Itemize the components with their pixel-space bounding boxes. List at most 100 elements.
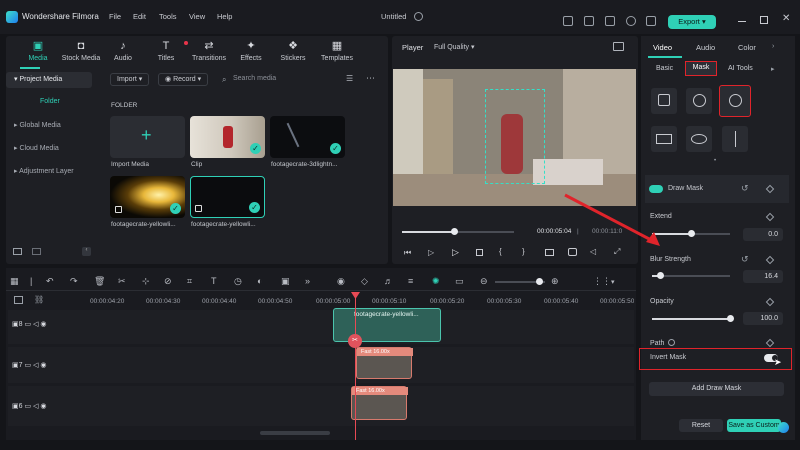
- video-preview[interactable]: [393, 69, 636, 206]
- tool-transitions[interactable]: ⇄ Transitions: [188, 40, 230, 62]
- sidebar-item-global-media[interactable]: ▸ Global Media: [6, 118, 92, 134]
- snapshot-icon[interactable]: [613, 42, 624, 51]
- subtab-basic[interactable]: Basic: [656, 65, 673, 72]
- media-thumb-yellowlight-2[interactable]: ✓: [190, 176, 265, 218]
- subtab-ai-tools[interactable]: AI Tools: [728, 65, 753, 72]
- export-button[interactable]: Export ▾: [668, 15, 716, 29]
- timeline-clip-7[interactable]: Fast 16.00x: [356, 347, 413, 379]
- close-icon[interactable]: ✕: [782, 13, 790, 24]
- prev-frame-icon[interactable]: ⏮: [404, 248, 411, 258]
- shield-icon[interactable]: ◇: [361, 276, 368, 287]
- search-input[interactable]: Search media: [233, 75, 276, 82]
- project-info-icon[interactable]: [414, 12, 423, 21]
- blur-strength-slider-knob[interactable]: [657, 272, 664, 279]
- tool-media[interactable]: ▣ Media: [19, 40, 57, 62]
- import-dropdown[interactable]: Import ▾: [110, 73, 150, 86]
- add-track-icon[interactable]: [14, 296, 23, 304]
- reset-button[interactable]: Reset: [679, 419, 723, 432]
- extend-slider-knob[interactable]: [688, 230, 695, 237]
- subtab-mask[interactable]: Mask: [685, 61, 717, 76]
- text-icon[interactable]: T: [211, 276, 217, 286]
- list-icon[interactable]: ≡: [408, 276, 413, 286]
- picture-icon[interactable]: ▭: [455, 276, 464, 287]
- play-reverse-icon[interactable]: ▷: [428, 248, 434, 257]
- expand-dot-icon[interactable]: •: [714, 158, 716, 164]
- opacity-slider-knob[interactable]: [727, 315, 734, 322]
- tool-stickers[interactable]: ❖ Stickers: [274, 40, 312, 62]
- layout-icon[interactable]: [605, 16, 615, 26]
- tool-stock-media[interactable]: ◘ Stock Media: [61, 40, 101, 62]
- timeline-clip-6[interactable]: Fast 16.00x: [351, 386, 408, 420]
- account-icon[interactable]: [626, 16, 636, 26]
- save-as-custom-button[interactable]: Save as Custom: [727, 419, 781, 432]
- playback-scrubber[interactable]: [451, 228, 458, 235]
- reset-icon[interactable]: ↺: [741, 183, 749, 194]
- stop-icon[interactable]: [476, 249, 483, 256]
- split-scissors-icon[interactable]: ✂: [348, 334, 362, 348]
- color-icon[interactable]: ◐: [257, 276, 262, 286]
- menu-help[interactable]: Help: [217, 12, 232, 21]
- redo-icon[interactable]: ↷: [70, 276, 78, 287]
- add-draw-mask-button[interactable]: Add Draw Mask: [649, 382, 784, 396]
- save-icon[interactable]: [584, 16, 594, 26]
- tab-audio[interactable]: Audio: [696, 43, 715, 52]
- import-media-tile[interactable]: +: [110, 116, 185, 158]
- split-icon[interactable]: ✂: [118, 276, 126, 287]
- media-thumb-3dlightning[interactable]: ✓: [270, 116, 345, 158]
- mic-icon[interactable]: ♬: [384, 276, 393, 286]
- more-tabs-icon[interactable]: ›: [772, 43, 774, 50]
- help-icon[interactable]: [668, 339, 675, 346]
- opacity-value[interactable]: 100.0: [743, 312, 783, 325]
- sidebar-item-project-media[interactable]: ▾ Project Media: [6, 72, 92, 88]
- folder-icon[interactable]: [32, 248, 41, 255]
- maximize-icon[interactable]: [760, 16, 768, 24]
- grid-view-icon[interactable]: ⋮⋮: [593, 276, 611, 287]
- tool-effects[interactable]: ✦ Effects: [232, 40, 270, 62]
- zoom-out-icon[interactable]: ⊖: [480, 276, 488, 287]
- audio-detach-icon[interactable]: ⊹: [142, 276, 150, 287]
- sidebar-item-adjustment-layer[interactable]: ▸ Adjustment Layer: [6, 164, 92, 180]
- tab-color[interactable]: Color: [738, 43, 756, 52]
- mask-ellipse-icon[interactable]: [686, 126, 712, 152]
- menu-edit[interactable]: Edit: [133, 12, 146, 21]
- tool-templates[interactable]: ▦ Templates: [316, 40, 358, 62]
- speed-icon[interactable]: ◷: [234, 276, 242, 287]
- link-icon[interactable]: ⛓: [34, 295, 44, 304]
- extend-value[interactable]: 0.0: [743, 228, 783, 241]
- layout-grid-icon[interactable]: ▦: [10, 276, 19, 287]
- zoom-slider-knob[interactable]: [536, 278, 543, 285]
- mask-import-icon[interactable]: [651, 88, 677, 114]
- filter-icon[interactable]: ☰: [346, 74, 353, 83]
- menu-file[interactable]: File: [109, 12, 121, 21]
- sidebar-item-folder[interactable]: Folder: [40, 98, 60, 105]
- render-icon[interactable]: ◉: [337, 276, 345, 287]
- quality-dropdown[interactable]: Full Quality ▾: [434, 43, 474, 51]
- download-icon[interactable]: [646, 16, 656, 26]
- zoom-in-icon[interactable]: ⊕: [551, 276, 559, 287]
- collapse-panel-icon[interactable]: ‹: [82, 247, 91, 256]
- playhead[interactable]: [355, 294, 356, 440]
- blur-strength-value[interactable]: 16.4: [743, 270, 783, 283]
- mark-out-icon[interactable]: }: [522, 247, 525, 256]
- play-icon[interactable]: ▷: [452, 247, 459, 258]
- keyframe-icon[interactable]: ▣: [281, 276, 290, 287]
- timeline-more-icon[interactable]: ▾: [611, 278, 615, 286]
- new-folder-icon[interactable]: [13, 248, 22, 255]
- tool-titles[interactable]: T Titles: [147, 40, 185, 62]
- minimize-icon[interactable]: [738, 21, 746, 22]
- snap-icon[interactable]: ✺: [432, 276, 440, 287]
- media-thumb-clip[interactable]: ✓: [190, 116, 265, 158]
- tool-audio[interactable]: ♪ Audio: [104, 40, 142, 62]
- media-thumb-yellowlight-1[interactable]: ✓: [110, 176, 185, 218]
- more-icon[interactable]: ⋯: [366, 73, 375, 84]
- delete-icon[interactable]: 🗑: [94, 276, 105, 287]
- menu-tools[interactable]: Tools: [159, 12, 177, 21]
- ai-assistant-icon[interactable]: [778, 422, 789, 433]
- mask-path[interactable]: [485, 89, 545, 184]
- mask-rectangle-icon[interactable]: [651, 126, 677, 152]
- reset-icon[interactable]: ↺: [741, 254, 749, 265]
- monitor-display-icon[interactable]: [545, 249, 554, 256]
- more-tools-icon[interactable]: »: [305, 276, 310, 286]
- menu-view[interactable]: View: [189, 12, 205, 21]
- timeline-scrollbar[interactable]: [260, 431, 330, 435]
